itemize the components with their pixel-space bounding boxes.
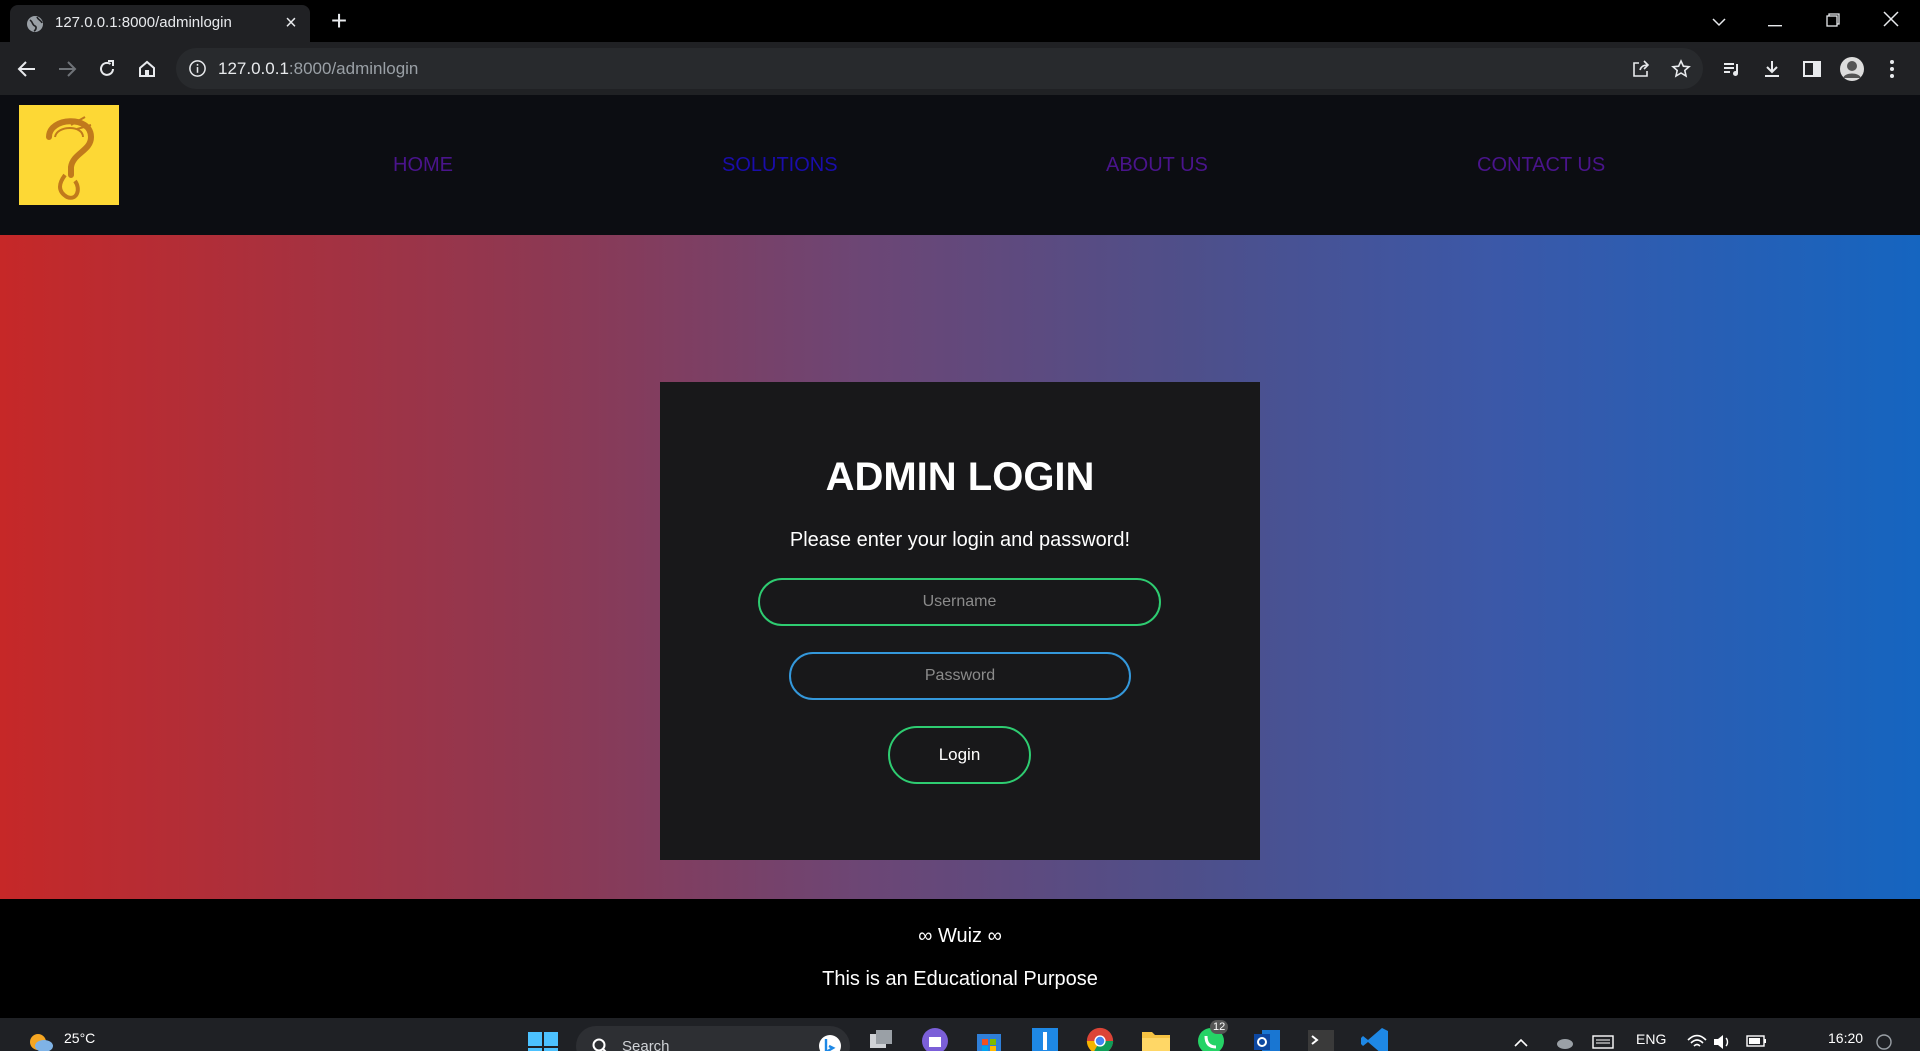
volume-icon[interactable] xyxy=(1712,1034,1734,1050)
kebab-menu-icon xyxy=(1890,60,1894,78)
site-footer: ∞ Wuiz ∞ This is an Educational Purpose xyxy=(0,899,1920,1018)
taskbar-search[interactable]: Search xyxy=(576,1026,850,1051)
avatar-icon xyxy=(1840,57,1864,81)
microsoft-store-icon[interactable] xyxy=(974,1026,1004,1051)
download-icon xyxy=(1765,61,1779,77)
footer-brand: ∞ Wuiz ∞ xyxy=(918,925,1002,947)
notification-bell-icon[interactable] xyxy=(1876,1034,1892,1050)
media-control-button[interactable] xyxy=(1716,53,1748,85)
close-window-button[interactable] xyxy=(1876,6,1906,36)
hero-gradient-section: ADMIN LOGIN Please enter your login and … xyxy=(0,235,1920,899)
downloads-button[interactable] xyxy=(1756,53,1788,85)
login-button[interactable]: Login xyxy=(888,726,1031,784)
task-view-icon[interactable] xyxy=(866,1026,896,1051)
home-button[interactable] xyxy=(131,53,163,85)
forward-button[interactable] xyxy=(51,53,83,85)
nav-about-us[interactable]: ABOUT US xyxy=(1106,153,1208,177)
browser-menu-button[interactable] xyxy=(1876,53,1908,85)
whatsapp-badge: 12 xyxy=(1210,1020,1229,1034)
share-icon[interactable] xyxy=(1630,58,1652,80)
restore-button[interactable] xyxy=(1818,6,1848,36)
reload-button[interactable] xyxy=(91,53,123,85)
tab-title: 127.0.0.1:8000/adminlogin xyxy=(55,14,232,31)
password-input[interactable] xyxy=(789,652,1131,700)
home-icon xyxy=(139,60,155,77)
chevron-up-icon[interactable] xyxy=(1514,1038,1528,1048)
login-title: ADMIN LOGIN xyxy=(825,455,1095,499)
new-tab-button[interactable]: + xyxy=(324,6,354,36)
username-input[interactable] xyxy=(758,578,1161,626)
forward-arrow-icon xyxy=(59,61,77,77)
keyboard-icon[interactable] xyxy=(1592,1034,1614,1050)
outlook-icon[interactable] xyxy=(1252,1026,1282,1051)
vscode-icon[interactable] xyxy=(1360,1026,1390,1051)
battery-icon[interactable] xyxy=(1746,1034,1768,1048)
globe-icon xyxy=(27,16,43,32)
browser-toolbar: 127.0.0.1:8000/adminlogin xyxy=(0,42,1920,95)
windows-start-icon[interactable] xyxy=(528,1032,558,1051)
whatsapp-app[interactable]: 12 xyxy=(1196,1020,1229,1051)
tab-search-chevron-icon[interactable] xyxy=(1704,6,1734,36)
side-panel-button[interactable] xyxy=(1796,53,1828,85)
profile-avatar[interactable] xyxy=(1836,53,1868,85)
web-page: HOME SOLUTIONS ABOUT US CONTACT US ADMIN… xyxy=(0,95,1920,1018)
close-tab-icon[interactable]: × xyxy=(280,12,302,34)
question-mark-logo-icon xyxy=(46,116,95,200)
site-logo[interactable] xyxy=(19,105,119,205)
onedrive-icon[interactable] xyxy=(1554,1034,1574,1050)
back-arrow-icon xyxy=(17,61,35,77)
search-icon xyxy=(592,1038,607,1051)
url-text[interactable]: 127.0.0.1:8000/adminlogin xyxy=(218,58,418,79)
playlist-icon xyxy=(1724,63,1738,76)
bookmark-star-icon[interactable] xyxy=(1670,58,1692,80)
nav-contact-us[interactable]: CONTACT US xyxy=(1477,153,1605,177)
browser-tab-strip: 127.0.0.1:8000/adminlogin × + xyxy=(0,0,1920,42)
search-label: Search xyxy=(622,1038,670,1051)
language-indicator[interactable]: ENG xyxy=(1636,1031,1666,1047)
browser-tab[interactable]: 127.0.0.1:8000/adminlogin × xyxy=(10,5,310,42)
terminal-icon[interactable] xyxy=(1306,1026,1336,1051)
site-header: HOME SOLUTIONS ABOUT US CONTACT US xyxy=(0,95,1920,235)
back-button[interactable] xyxy=(11,53,43,85)
address-bar[interactable]: 127.0.0.1:8000/adminlogin xyxy=(176,48,1703,89)
weather-icon[interactable] xyxy=(28,1030,54,1051)
weather-temperature[interactable]: 25°C xyxy=(64,1030,95,1046)
minimize-button[interactable] xyxy=(1760,6,1790,36)
clock-time[interactable]: 16:20 xyxy=(1828,1030,1863,1046)
reload-icon xyxy=(100,60,114,76)
bing-icon xyxy=(819,1035,841,1051)
nav-home[interactable]: HOME xyxy=(393,153,453,177)
file-explorer-icon[interactable] xyxy=(1140,1026,1172,1051)
admin-login-form: ADMIN LOGIN Please enter your login and … xyxy=(660,382,1260,860)
teams-icon[interactable] xyxy=(920,1026,950,1051)
chrome-icon[interactable] xyxy=(1084,1026,1116,1051)
footer-note: This is an Educational Purpose xyxy=(822,968,1098,990)
side-panel-icon xyxy=(1803,61,1821,77)
login-subtitle: Please enter your login and password! xyxy=(789,529,1131,551)
nav-solutions[interactable]: SOLUTIONS xyxy=(722,153,838,177)
windows-taskbar: 25°C Search 12 ENG 16:20 xyxy=(0,1018,1920,1051)
app-icon[interactable] xyxy=(1030,1026,1060,1051)
wifi-icon[interactable] xyxy=(1686,1034,1708,1050)
site-info-icon[interactable] xyxy=(188,59,207,78)
